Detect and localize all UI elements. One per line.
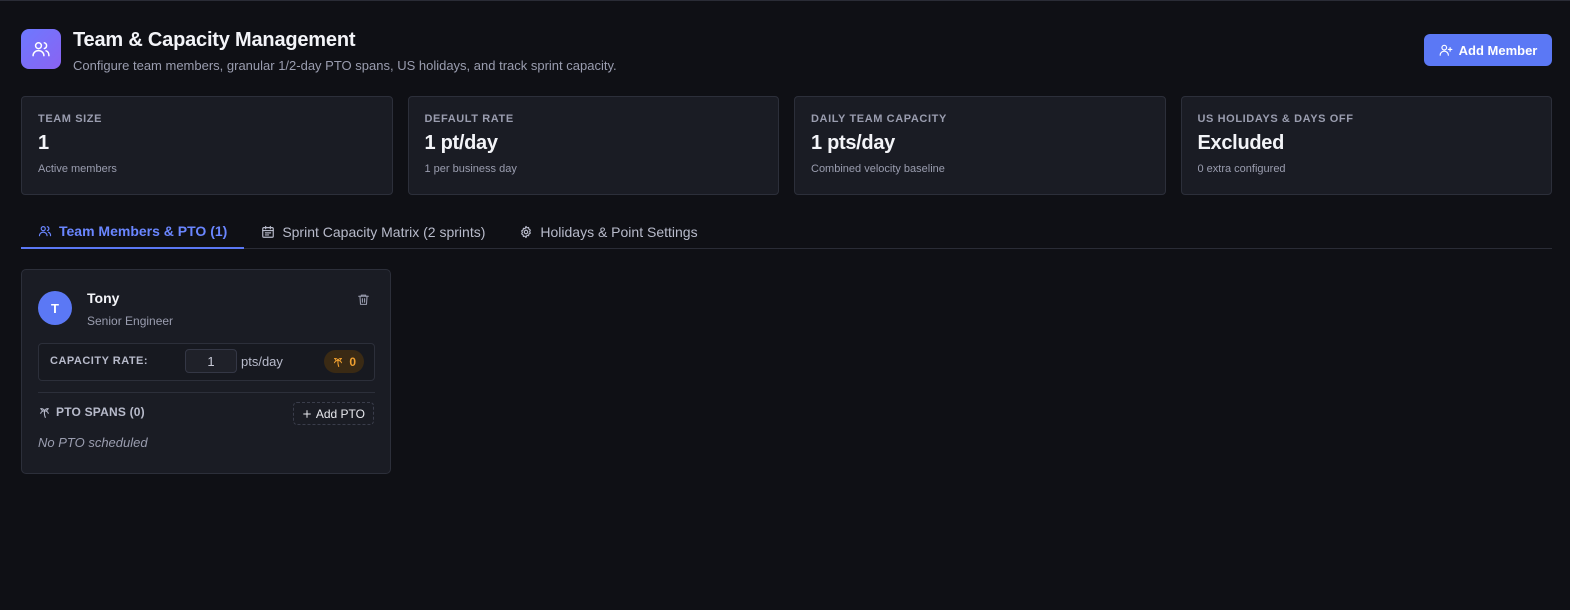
stat-label: TEAM SIZE	[38, 113, 103, 125]
tab-team-members[interactable]: Team Members & PTO (1)	[21, 214, 245, 249]
avatar: T	[38, 291, 72, 325]
add-member-button[interactable]: Add Member	[1424, 34, 1552, 66]
page-header: Team & Capacity Management Configure tea…	[21, 29, 1552, 73]
page-title: Team & Capacity Management	[73, 29, 356, 51]
stat-sub: Active members	[38, 163, 117, 175]
gear-icon	[519, 225, 533, 239]
tab-label: Sprint Capacity Matrix (2 sprints)	[282, 223, 486, 240]
stat-sub: Combined velocity baseline	[811, 163, 945, 175]
pto-spans-header: PTO SPANS (0)	[38, 405, 145, 419]
user-plus-icon	[1439, 43, 1453, 57]
stat-card-daily-capacity: DAILY TEAM CAPACITY 1 pts/day Combined v…	[794, 96, 1166, 195]
stat-value: 1 pts/day	[811, 132, 895, 154]
page-subtitle: Configure team members, granular 1/2-day…	[73, 58, 617, 73]
capacity-rate-row: CAPACITY RATE: pts/day 0	[38, 343, 375, 381]
pto-count-value: 0	[349, 354, 356, 369]
add-pto-button[interactable]: Add PTO	[292, 402, 374, 425]
divider	[38, 392, 375, 393]
tab-bar: Team Members & PTO (1) Sprint Capacity M…	[21, 214, 1552, 249]
stat-card-holidays: US HOLIDAYS & DAYS OFF Excluded 0 extra …	[1180, 96, 1552, 195]
trash-icon	[357, 293, 370, 306]
add-member-label: Add Member	[1458, 42, 1538, 58]
member-name: Tony	[87, 290, 120, 306]
stat-value: 1 pt/day	[424, 132, 498, 154]
stat-label: DAILY TEAM CAPACITY	[811, 113, 947, 125]
users-icon	[38, 224, 52, 238]
stat-sub: 0 extra configured	[1197, 163, 1286, 175]
tab-holidays-settings[interactable]: Holidays & Point Settings	[502, 214, 714, 249]
member-role: Senior Engineer	[87, 314, 174, 328]
pto-count-badge: 0	[324, 350, 364, 373]
stats-row: TEAM SIZE 1 Active members DEFAULT RATE …	[21, 96, 1552, 195]
member-card: T Tony Senior Engineer CAPACITY RATE: pt…	[21, 269, 391, 474]
delete-member-button[interactable]	[354, 290, 372, 308]
no-pto-message: No PTO scheduled	[38, 435, 148, 450]
stat-value: 1	[38, 132, 49, 154]
tab-sprint-capacity[interactable]: Sprint Capacity Matrix (2 sprints)	[244, 214, 502, 249]
stat-label: US HOLIDAYS & DAYS OFF	[1197, 113, 1354, 125]
users-icon	[21, 29, 61, 69]
calendar-icon	[261, 225, 275, 239]
capacity-rate-label: CAPACITY RATE:	[50, 355, 149, 367]
tab-label: Holidays & Point Settings	[540, 223, 698, 240]
stat-card-default-rate: DEFAULT RATE 1 pt/day 1 per business day	[407, 96, 779, 195]
capacity-unit: pts/day	[241, 354, 283, 369]
capacity-rate-input[interactable]	[185, 349, 237, 373]
tab-label: Team Members & PTO (1)	[59, 222, 228, 239]
stat-sub: 1 per business day	[424, 163, 517, 175]
stat-card-team-size: TEAM SIZE 1 Active members	[21, 96, 393, 195]
stat-label: DEFAULT RATE	[424, 113, 514, 125]
add-pto-label: Add PTO	[315, 406, 365, 421]
pto-spans-label: PTO SPANS (0)	[56, 405, 145, 419]
palm-tree-icon	[332, 356, 344, 368]
stat-value: Excluded	[1197, 132, 1285, 154]
plus-icon	[302, 409, 312, 419]
palm-tree-icon	[38, 406, 51, 419]
